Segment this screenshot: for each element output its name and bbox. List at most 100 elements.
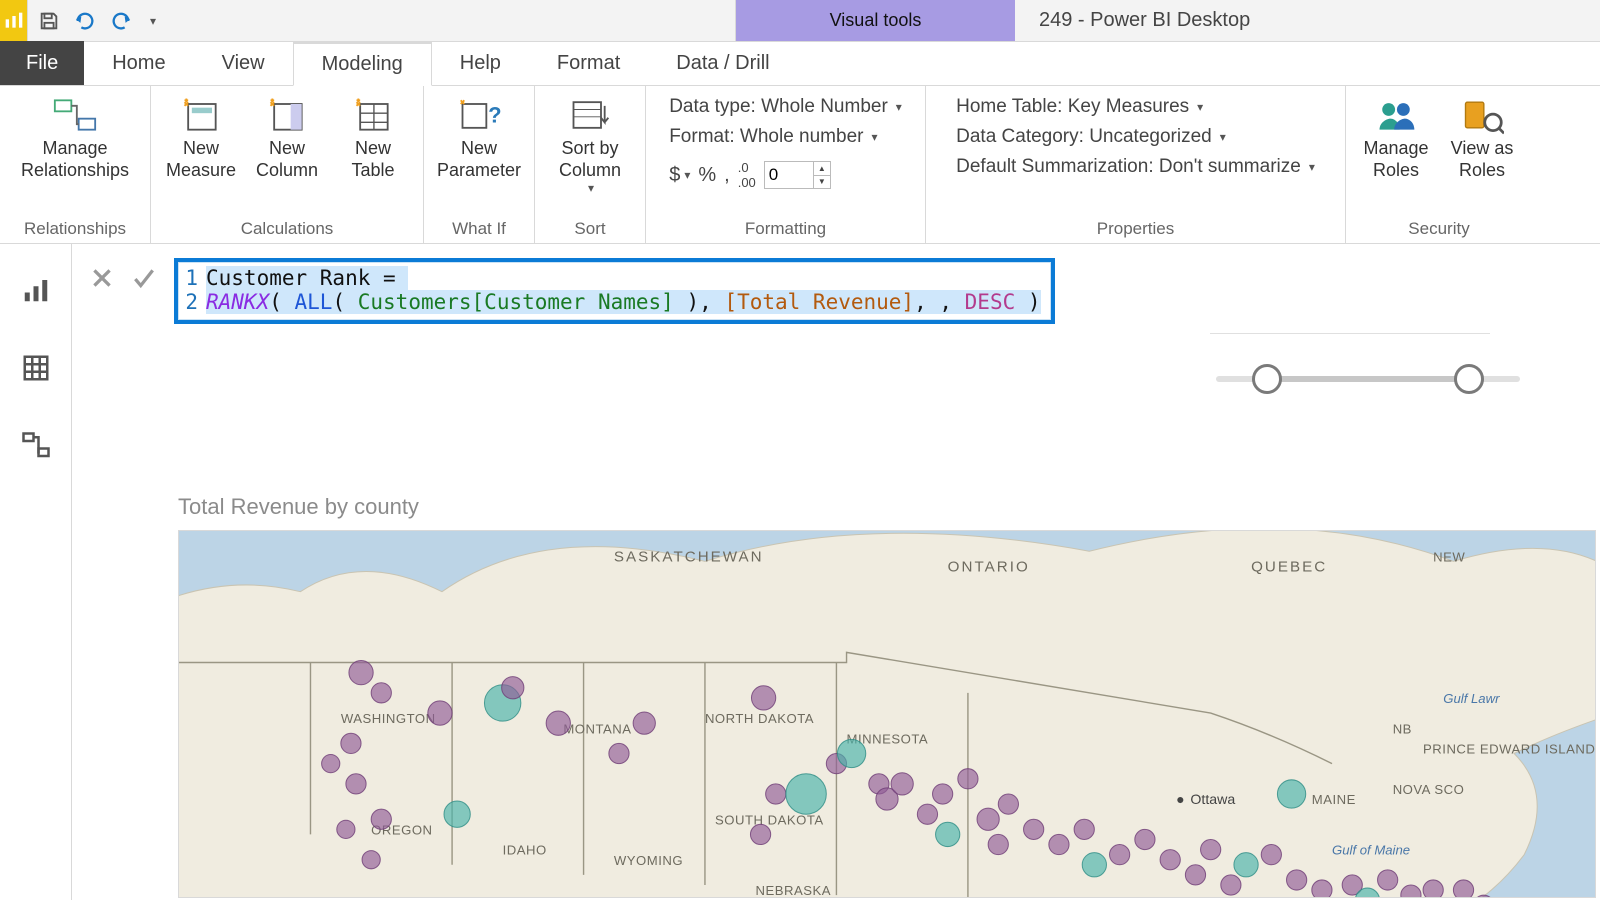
map-bubble[interactable] — [1287, 870, 1307, 890]
map-bubble[interactable] — [371, 809, 391, 829]
map-bubble[interactable] — [1082, 853, 1106, 877]
map-bubble[interactable] — [502, 677, 524, 699]
group-security: Manage Roles View as Roles Security — [1346, 86, 1532, 243]
data-type-dropdown[interactable]: Data type: Whole Number▾ — [669, 96, 902, 118]
default-summarization-dropdown[interactable]: Default Summarization: Don't summarize▾ — [956, 156, 1315, 178]
map-bubble[interactable] — [751, 686, 775, 710]
model-view-icon[interactable] — [18, 428, 54, 464]
map-bubble[interactable] — [1074, 819, 1094, 839]
group-formatting-label: Formatting — [745, 217, 826, 243]
decimal-places-input[interactable]: ▲ ▼ — [764, 161, 831, 189]
map-bubble[interactable] — [1201, 839, 1221, 859]
range-slicer[interactable] — [1216, 364, 1520, 394]
map-bubble[interactable] — [891, 773, 913, 795]
report-view-icon[interactable] — [18, 272, 54, 308]
map-bubble[interactable] — [1160, 850, 1180, 870]
tab-view[interactable]: View — [194, 41, 293, 85]
new-parameter-button[interactable]: ? New Parameter — [434, 90, 524, 181]
view-as-roles-button[interactable]: View as Roles — [1442, 90, 1522, 181]
tab-format[interactable]: Format — [529, 41, 648, 85]
map-bubble[interactable] — [988, 834, 1008, 854]
map-bubble[interactable] — [750, 824, 770, 844]
map-bubble[interactable] — [322, 755, 340, 773]
map-bubble[interactable] — [337, 820, 355, 838]
map-bubble[interactable] — [977, 808, 999, 830]
map-bubble[interactable] — [917, 804, 937, 824]
slider-handle-left-icon[interactable] — [1252, 364, 1282, 394]
map-bubble[interactable] — [362, 851, 380, 869]
map-bubble[interactable] — [1312, 880, 1332, 897]
map-bubble[interactable] — [371, 683, 391, 703]
thousands-button[interactable]: , — [724, 164, 730, 187]
new-measure-button[interactable]: New Measure — [161, 90, 241, 181]
map-bubble[interactable] — [1221, 875, 1241, 895]
tab-help[interactable]: Help — [432, 41, 529, 85]
map-bubble[interactable] — [1378, 870, 1398, 890]
chevron-down-icon: ▾ — [1309, 160, 1315, 174]
left-nav-rail — [0, 244, 72, 900]
manage-relationships-label: Manage Relationships — [21, 138, 129, 181]
new-column-button[interactable]: New Column — [247, 90, 327, 181]
home-table-dropdown[interactable]: Home Table: Key Measures▾ — [956, 96, 1315, 118]
qat-dropdown-icon[interactable]: ▾ — [140, 8, 166, 34]
map-bubble[interactable] — [766, 784, 786, 804]
map-bubble[interactable] — [958, 769, 978, 789]
map-bubble[interactable] — [1261, 845, 1281, 865]
group-sort: Sort by Column ▾ Sort — [535, 86, 646, 243]
map-bubble[interactable] — [444, 801, 470, 827]
map-bubble[interactable] — [1135, 829, 1155, 849]
data-category-dropdown[interactable]: Data Category: Uncategorized▾ — [956, 126, 1315, 148]
spin-down-icon[interactable]: ▼ — [814, 176, 830, 189]
manage-roles-button[interactable]: Manage Roles — [1356, 90, 1436, 181]
map-area[interactable]: SASKATCHEWAN ONTARIO QUEBEC WASHINGTON O… — [178, 530, 1596, 898]
map-bubble[interactable] — [1049, 834, 1069, 854]
map-bubble[interactable] — [546, 711, 570, 735]
formula-commit-icon[interactable] — [130, 264, 158, 292]
percent-button[interactable]: % — [698, 164, 716, 187]
map-bubble[interactable] — [998, 794, 1018, 814]
map-bubble[interactable] — [1277, 780, 1305, 808]
map-bubble[interactable] — [1024, 819, 1044, 839]
manage-relationships-button[interactable]: Manage Relationships — [10, 90, 140, 181]
map-bubble[interactable] — [349, 660, 373, 684]
map-bubble[interactable] — [428, 701, 452, 725]
tab-modeling[interactable]: Modeling — [293, 42, 432, 86]
slider-handle-right-icon[interactable] — [1454, 364, 1484, 394]
data-view-icon[interactable] — [18, 350, 54, 386]
formula-cancel-icon[interactable] — [88, 264, 116, 292]
new-table-button[interactable]: New Table — [333, 90, 413, 181]
map-bubble[interactable] — [346, 774, 366, 794]
group-whatif: ? New Parameter What If — [424, 86, 535, 243]
map-bubble[interactable] — [933, 784, 953, 804]
map-bubble[interactable] — [341, 733, 361, 753]
formula-editor[interactable]: 1 Customer Rank = 2 RANKX( ALL( Customer… — [174, 258, 1055, 324]
map-bubble[interactable] — [786, 774, 826, 814]
new-column-label: New Column — [256, 138, 318, 181]
group-properties: Home Table: Key Measures▾ Data Category:… — [926, 86, 1346, 243]
report-canvas[interactable]: 1 Customer Rank = 2 RANKX( ALL( Customer… — [72, 244, 1600, 900]
spin-up-icon[interactable]: ▲ — [814, 162, 830, 176]
map-bubble[interactable] — [1423, 880, 1443, 897]
map-bubble[interactable] — [936, 822, 960, 846]
map-bubble[interactable] — [1185, 865, 1205, 885]
group-calculations: New Measure New Column New Table Calcula… — [151, 86, 424, 243]
undo-icon[interactable] — [72, 8, 98, 34]
format-dropdown[interactable]: Format: Whole number▾ — [669, 126, 902, 148]
currency-button[interactable]: $▾ — [669, 164, 690, 187]
tab-file[interactable]: File — [0, 41, 84, 85]
slicer-outline[interactable] — [1210, 314, 1490, 334]
tab-home[interactable]: Home — [84, 41, 193, 85]
ribbon: Manage Relationships Relationships New M… — [0, 86, 1600, 244]
save-icon[interactable] — [36, 8, 62, 34]
map-bubble[interactable] — [633, 712, 655, 734]
map-bubble[interactable] — [837, 739, 865, 767]
sort-by-column-button[interactable]: Sort by Column ▾ — [545, 90, 635, 195]
map-visual[interactable]: Total Revenue by county SASKATCHEWAN ONT… — [178, 494, 1596, 900]
map-bubble[interactable] — [609, 743, 629, 763]
redo-icon[interactable] — [108, 8, 134, 34]
map-bubble[interactable] — [1453, 880, 1473, 897]
map-bubble[interactable] — [1110, 845, 1130, 865]
tab-data-drill[interactable]: Data / Drill — [648, 41, 797, 85]
chevron-down-icon: ▾ — [1197, 100, 1203, 114]
map-bubble[interactable] — [1234, 853, 1258, 877]
